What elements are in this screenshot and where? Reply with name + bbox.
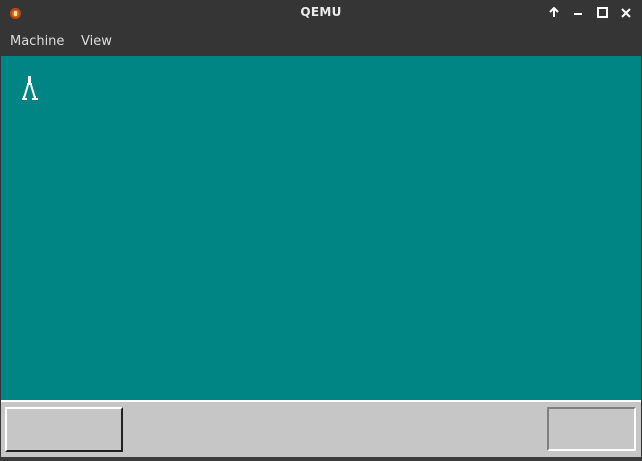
compass-cursor-icon bbox=[22, 76, 38, 108]
qemu-window: QEMU Machine View bbox=[0, 0, 642, 461]
start-button[interactable] bbox=[5, 407, 123, 452]
up-arrow-icon[interactable] bbox=[545, 4, 563, 22]
guest-taskbar bbox=[1, 400, 641, 457]
maximize-icon[interactable] bbox=[593, 4, 611, 22]
minimize-icon[interactable] bbox=[569, 4, 587, 22]
close-icon[interactable] bbox=[617, 4, 635, 22]
menu-machine[interactable]: Machine bbox=[10, 34, 64, 49]
window-bottom-border bbox=[0, 457, 642, 461]
guest-display[interactable] bbox=[1, 56, 641, 400]
system-tray[interactable] bbox=[547, 407, 636, 451]
menu-bar: Machine View bbox=[0, 26, 642, 56]
title-bar[interactable]: QEMU bbox=[0, 0, 642, 26]
menu-view[interactable]: View bbox=[81, 34, 112, 49]
